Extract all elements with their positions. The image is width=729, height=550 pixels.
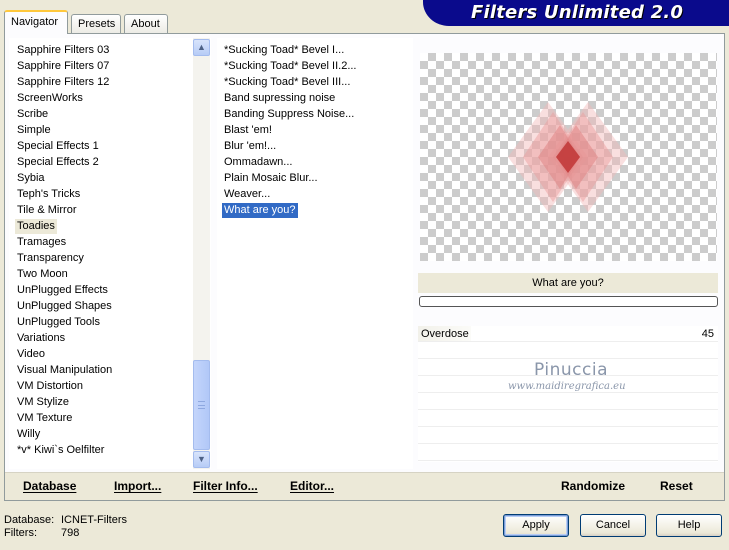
category-item[interactable]: Variations xyxy=(15,331,67,346)
grip-icon xyxy=(198,401,205,409)
category-item[interactable]: UnPlugged Effects xyxy=(15,283,110,298)
filter-item[interactable]: What are you? xyxy=(222,203,298,218)
category-item[interactable]: VM Distortion xyxy=(15,379,85,394)
category-item[interactable]: UnPlugged Tools xyxy=(15,315,102,330)
parameter-name: Overdose xyxy=(421,328,469,340)
tab-about[interactable]: About xyxy=(124,14,168,33)
category-item[interactable]: UnPlugged Shapes xyxy=(15,299,114,314)
editor-button[interactable]: Editor... xyxy=(290,479,334,493)
category-item[interactable]: Sapphire Filters 03 xyxy=(15,43,111,58)
filter-item[interactable]: Weaver... xyxy=(222,187,272,202)
preview-filter-name: What are you? xyxy=(418,273,718,293)
app-title: Filters Unlimited 2.0 xyxy=(471,2,684,23)
filters-count-label: Filters: xyxy=(4,527,37,539)
apply-button[interactable]: Apply xyxy=(503,514,569,537)
category-item[interactable]: Special Effects 2 xyxy=(15,155,101,170)
watermark-name: Pinuccia xyxy=(534,360,608,380)
database-button[interactable]: Database xyxy=(23,479,76,493)
category-item[interactable]: Tramages xyxy=(15,235,68,250)
category-item[interactable]: Toadies xyxy=(15,219,57,234)
randomize-button[interactable]: Randomize xyxy=(561,479,625,493)
filter-item[interactable]: Band supressing noise xyxy=(222,91,337,106)
scroll-up-button[interactable]: ▲ xyxy=(193,39,210,56)
category-item[interactable]: ScreenWorks xyxy=(15,91,85,106)
preview-x-shape-icon xyxy=(508,102,628,212)
database-value: ICNET-Filters xyxy=(61,514,127,526)
parameter-empty-row xyxy=(418,411,718,427)
category-scrollbar[interactable]: ▲ ▼ xyxy=(193,38,210,469)
filter-item[interactable]: Plain Mosaic Blur... xyxy=(222,171,320,186)
filter-info-button[interactable]: Filter Info... xyxy=(193,479,258,493)
parameter-value: 45 xyxy=(701,328,714,340)
app-title-banner: Filters Unlimited 2.0 xyxy=(423,0,729,26)
category-item[interactable]: Visual Manipulation xyxy=(15,363,114,378)
parameter-empty-row xyxy=(418,445,718,461)
chevron-down-icon: ▼ xyxy=(197,454,206,464)
scroll-thumb[interactable] xyxy=(193,360,210,450)
parameter-empty-row xyxy=(418,428,718,444)
category-item[interactable]: Two Moon xyxy=(15,267,70,282)
scroll-down-button[interactable]: ▼ xyxy=(193,451,210,468)
filter-item[interactable]: *Sucking Toad* Bevel II.2... xyxy=(222,59,359,74)
filter-item[interactable]: *Sucking Toad* Bevel I... xyxy=(222,43,346,58)
category-list[interactable]: Sapphire Filters 03 Sapphire Filters 07 Sa… xyxy=(9,38,193,469)
preview-image xyxy=(420,53,717,261)
filter-item[interactable]: Blast 'em! xyxy=(222,123,274,138)
category-item[interactable]: Transparency xyxy=(15,251,86,266)
filters-count-value: 798 xyxy=(61,527,80,539)
filter-item[interactable]: Banding Suppress Noise... xyxy=(222,107,356,122)
category-item[interactable]: Willy xyxy=(15,427,42,442)
category-item[interactable]: Sapphire Filters 12 xyxy=(15,75,111,90)
reset-button[interactable]: Reset xyxy=(660,479,693,493)
navigator-toolbar: Database Import... Filter Info... Editor… xyxy=(5,472,724,500)
chevron-up-icon: ▲ xyxy=(197,42,206,52)
category-list-panel: Sapphire Filters 03 Sapphire Filters 07 Sa… xyxy=(9,38,211,469)
category-item[interactable]: *v* Kiwi`s Oelfilter xyxy=(15,443,106,458)
category-item[interactable]: VM Texture xyxy=(15,411,74,426)
category-item[interactable]: Tile & Mirror xyxy=(15,203,78,218)
parameter-list: Overdose 45 Pinuccia www.maidiregrafica.e… xyxy=(418,326,718,462)
preview-filter-name-text: What are you? xyxy=(532,277,604,289)
filter-item[interactable]: *Sucking Toad* Bevel III... xyxy=(222,75,352,90)
category-item[interactable]: Sapphire Filters 07 xyxy=(15,59,111,74)
category-item[interactable]: Special Effects 1 xyxy=(15,139,101,154)
category-item[interactable]: Simple xyxy=(15,123,53,138)
parameter-slider[interactable]: Overdose 45 xyxy=(418,326,718,342)
help-button[interactable]: Help xyxy=(656,514,722,537)
category-item[interactable]: VM Stylize xyxy=(15,395,71,410)
tab-presets[interactable]: Presets xyxy=(71,14,121,33)
database-label: Database: xyxy=(4,514,55,526)
filter-list[interactable]: *Sucking Toad* Bevel I... *Sucking Toad* … xyxy=(217,38,413,469)
parameter-empty-row xyxy=(418,343,718,359)
tab-navigator[interactable]: Navigator xyxy=(4,10,68,34)
navigator-panel: Sapphire Filters 03 Sapphire Filters 07 Sa… xyxy=(4,33,725,501)
filter-item[interactable]: Blur 'em!... xyxy=(222,139,278,154)
parameter-empty-row xyxy=(418,394,718,410)
filter-item[interactable]: Ommadawn... xyxy=(222,155,294,170)
progress-bar xyxy=(419,296,718,307)
watermark-url: www.maidiregrafica.eu xyxy=(508,381,626,392)
import-button[interactable]: Import... xyxy=(114,479,161,493)
category-item[interactable]: Scribe xyxy=(15,107,50,122)
category-item[interactable]: Teph's Tricks xyxy=(15,187,82,202)
category-item[interactable]: Sybia xyxy=(15,171,47,186)
cancel-button[interactable]: Cancel xyxy=(580,514,646,537)
category-item[interactable]: Video xyxy=(15,347,47,362)
